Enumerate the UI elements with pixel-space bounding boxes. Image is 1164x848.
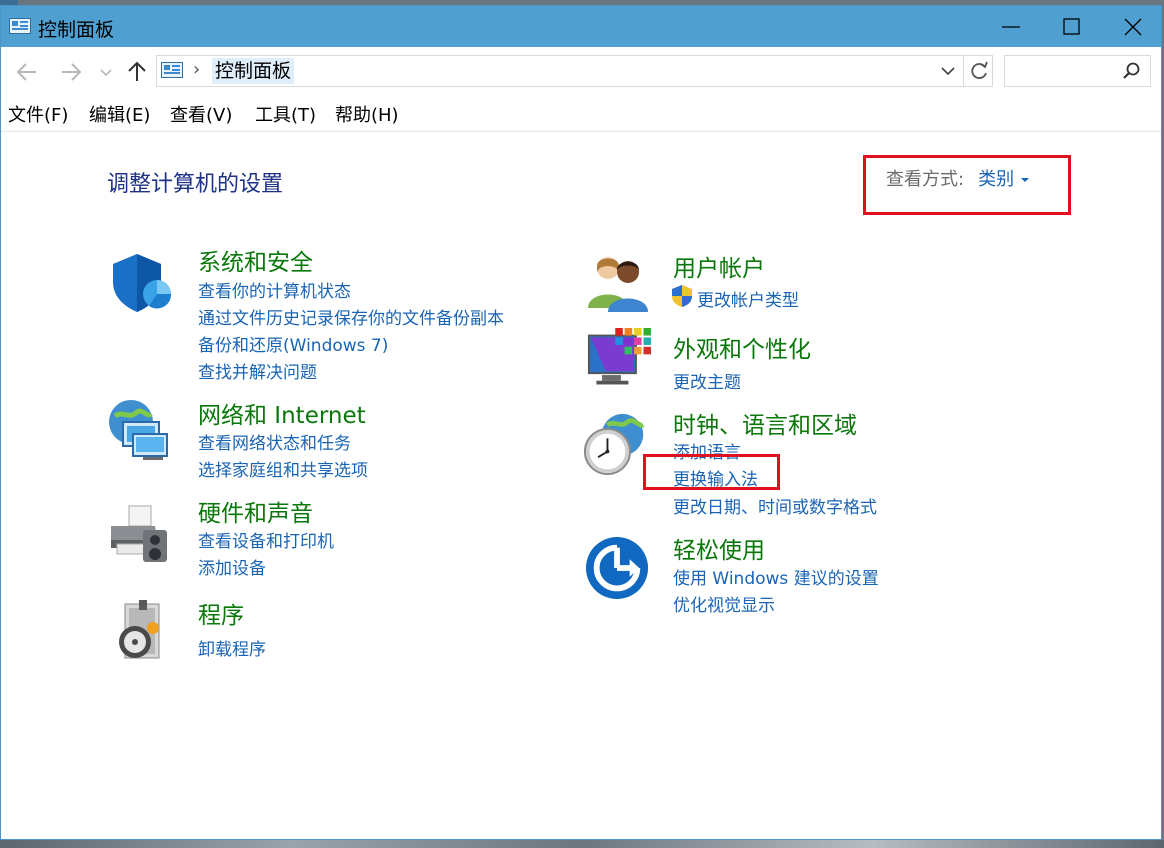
breadcrumb[interactable]: 控制面板	[212, 58, 295, 84]
menu-file[interactable]: 文件(F)	[8, 101, 68, 127]
minimize-icon	[1002, 26, 1020, 28]
link-change-theme[interactable]: 更改主题	[673, 368, 741, 393]
arrow-right-icon	[62, 63, 82, 81]
link-troubleshoot[interactable]: 查找并解决问题	[198, 358, 317, 383]
recent-locations-button[interactable]	[99, 59, 113, 85]
menu-edit[interactable]: 编辑(E)	[89, 101, 150, 127]
highlight-box-input-method	[643, 454, 780, 490]
clock-globe-icon[interactable]	[583, 412, 647, 476]
search-input[interactable]	[1009, 60, 1118, 84]
maximize-icon	[1063, 18, 1080, 35]
link-optimize-visual-display[interactable]: 优化视觉显示	[673, 591, 775, 616]
link-change-account-type[interactable]: 更改帐户类型	[697, 286, 799, 311]
link-uninstall-program[interactable]: 卸载程序	[198, 635, 266, 660]
uac-shield-icon	[672, 285, 692, 307]
control-panel-icon	[161, 62, 183, 78]
link-add-device[interactable]: 添加设备	[198, 554, 266, 579]
arrow-left-icon	[16, 63, 36, 81]
network-icon[interactable]	[107, 398, 171, 462]
back-button[interactable]	[15, 59, 39, 85]
category-title-user-accounts[interactable]: 用户帐户	[673, 249, 765, 283]
breadcrumb-separator-icon[interactable]: ›	[193, 59, 200, 80]
maximize-button[interactable]	[1042, 6, 1102, 47]
category-title-system-security[interactable]: 系统和安全	[198, 243, 313, 277]
link-backup-restore[interactable]: 备份和还原(Windows 7)	[198, 331, 388, 356]
programs-icon[interactable]	[111, 598, 175, 662]
chevron-down-icon	[100, 69, 112, 77]
menu-help[interactable]: 帮助(H)	[335, 101, 399, 127]
monitor-palette-icon[interactable]	[587, 328, 651, 392]
link-network-status[interactable]: 查看网络状态和任务	[198, 429, 351, 454]
link-change-date-time-format[interactable]: 更改日期、时间或数字格式	[673, 493, 877, 518]
address-box[interactable]: › 控制面板	[156, 55, 993, 87]
link-homegroup-sharing[interactable]: 选择家庭组和共享选项	[198, 456, 368, 481]
desktop-background-strip	[0, 840, 1164, 848]
link-view-computer-status[interactable]: 查看你的计算机状态	[198, 277, 351, 302]
arrow-up-icon	[128, 61, 146, 81]
window-title: 控制面板	[38, 19, 115, 41]
shield-icon[interactable]	[109, 250, 173, 314]
menu-bar: 文件(F) 编辑(E) 查看(V) 工具(T) 帮助(H)	[1, 97, 1161, 132]
forward-button[interactable]	[59, 59, 83, 85]
refresh-button[interactable]	[963, 56, 994, 86]
category-title-programs[interactable]: 程序	[198, 596, 244, 630]
address-dropdown-button[interactable]	[939, 62, 957, 80]
category-title-network-internet[interactable]: 网络和 Internet	[198, 396, 366, 430]
close-button[interactable]	[1103, 6, 1163, 47]
minimize-button[interactable]	[981, 6, 1041, 47]
highlight-box-view-by	[863, 155, 1071, 215]
address-toolbar: › 控制面板	[1, 47, 1161, 97]
control-panel-icon	[9, 18, 31, 34]
search-icon[interactable]	[1123, 62, 1141, 80]
category-title-ease-of-access[interactable]: 轻松使用	[673, 531, 765, 565]
title-bar[interactable]: 控制面板	[1, 6, 1161, 47]
control-panel-window: 控制面板 › 控制面板 文件(F) 编辑(E) 查看(V) 工具(T) 帮助(H…	[0, 5, 1162, 840]
close-icon	[1124, 18, 1142, 36]
users-icon[interactable]	[586, 250, 650, 314]
category-title-appearance-personalization[interactable]: 外观和个性化	[673, 330, 811, 364]
chevron-down-icon	[941, 67, 955, 76]
category-title-clock-language-region[interactable]: 时钟、语言和区域	[673, 406, 857, 440]
page-title: 调整计算机的设置	[107, 172, 284, 197]
refresh-icon	[971, 61, 988, 79]
menu-tools[interactable]: 工具(T)	[255, 101, 316, 127]
link-windows-recommended-settings[interactable]: 使用 Windows 建议的设置	[673, 564, 879, 589]
search-box[interactable]	[1004, 55, 1151, 87]
printer-icon[interactable]	[107, 502, 171, 566]
up-button[interactable]	[125, 59, 149, 85]
ease-of-access-icon[interactable]	[585, 536, 649, 600]
category-title-hardware-sound[interactable]: 硬件和声音	[198, 494, 313, 528]
main-content: 调整计算机的设置 查看方式: 类别 系统和安全 查看你的计算机状态 通过文件历史记…	[1, 132, 1161, 837]
link-file-history-backup[interactable]: 通过文件历史记录保存你的文件备份副本	[198, 304, 504, 329]
menu-view[interactable]: 查看(V)	[170, 101, 232, 127]
link-devices-printers[interactable]: 查看设备和打印机	[198, 527, 334, 552]
